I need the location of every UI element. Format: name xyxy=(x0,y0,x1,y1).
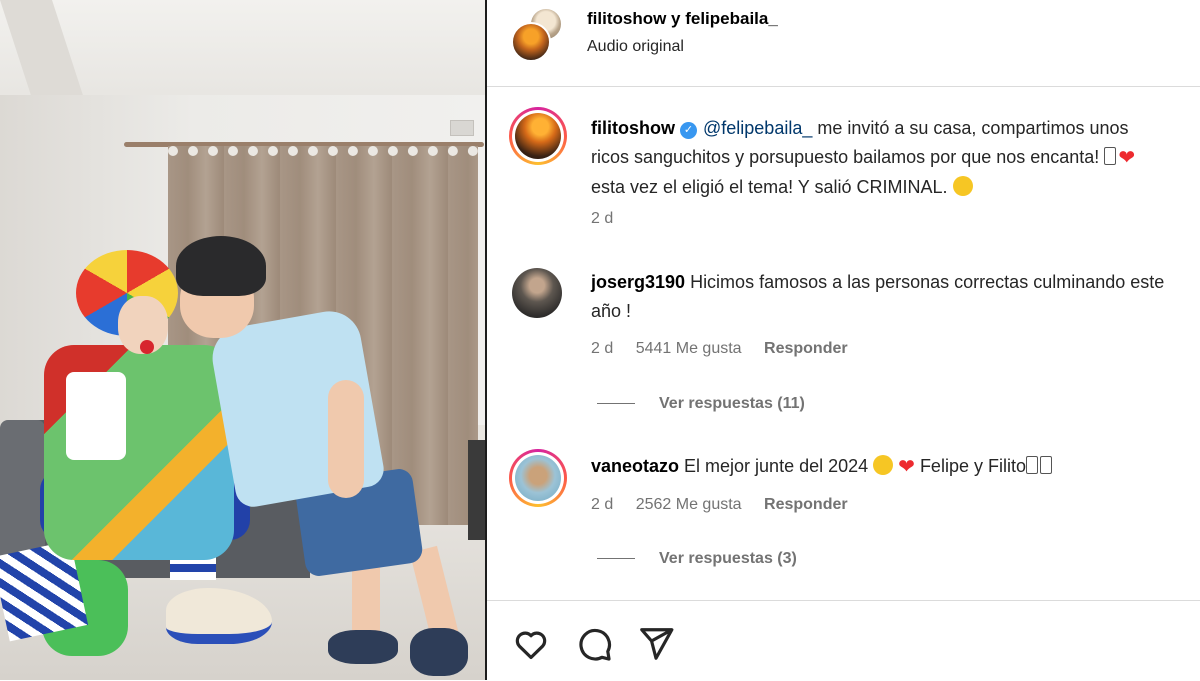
replies-line xyxy=(597,403,635,405)
view-replies-label: Ver respuestas (3) xyxy=(659,550,797,567)
view-replies-button[interactable]: Ver respuestas (11) xyxy=(597,395,805,413)
share-icon[interactable] xyxy=(637,625,675,663)
comment-text: vaneotazo El mejor junte del 2024 ❤ Feli… xyxy=(591,452,1171,482)
comment-body: El mejor junte del 2024 xyxy=(679,456,874,476)
comment-time: 2 d xyxy=(591,496,614,513)
red-heart-icon: ❤ xyxy=(898,456,915,478)
reply-button[interactable]: Responder xyxy=(764,496,848,513)
comment-likes[interactable]: 5441 Me gusta xyxy=(636,340,742,357)
collab-avatar-filitoshow[interactable] xyxy=(511,22,551,62)
post-caption: filitoshow ✓ @felipebaila_ me invitó a su … xyxy=(591,114,1171,202)
comment-time: 2 d xyxy=(591,340,614,357)
star-struck-emoji-icon xyxy=(952,176,973,196)
instagram-post-view: filitoshow y felipebaila_ Audio original… xyxy=(0,0,1200,680)
caption-time: 2 d xyxy=(591,210,614,227)
comment-avatar[interactable] xyxy=(509,449,567,507)
comment-meta: 2 d 2562 Me gusta Responder xyxy=(591,496,866,514)
comment-text: joserg3190 Hicimos famosos a las persona… xyxy=(591,268,1171,326)
audio-link[interactable]: Audio original xyxy=(587,38,684,56)
comment-body-2: Felipe y Filito xyxy=(914,456,1026,476)
hugging-emoji-icon xyxy=(873,455,894,475)
view-replies-button[interactable]: Ver respuestas (3) xyxy=(597,550,797,568)
comment-meta: 2 d 5441 Me gusta Responder xyxy=(591,340,866,358)
action-bar xyxy=(487,600,1200,681)
caption-username[interactable]: filitoshow xyxy=(591,118,675,138)
comment-icon[interactable] xyxy=(575,625,613,663)
caption-mention[interactable]: @felipebaila_ xyxy=(703,118,812,138)
red-heart-icon: ❤ xyxy=(1118,147,1136,169)
caption-text-2: esta vez el eligió el tema! Y salió CRIM… xyxy=(591,177,953,197)
post-header: filitoshow y felipebaila_ Audio original xyxy=(487,0,1200,87)
comment-username[interactable]: joserg3190 xyxy=(591,272,685,292)
replies-line xyxy=(597,558,635,560)
unsupported-emoji-icon xyxy=(1104,147,1117,165)
unsupported-emoji-icon xyxy=(1025,456,1038,474)
heart-icon[interactable] xyxy=(512,625,550,663)
post-video[interactable] xyxy=(0,0,485,680)
unsupported-emoji-icon xyxy=(1039,456,1052,474)
post-authors[interactable]: filitoshow y felipebaila_ xyxy=(587,9,778,29)
comment-username[interactable]: vaneotazo xyxy=(591,456,679,476)
comment-likes[interactable]: 2562 Me gusta xyxy=(636,496,742,513)
comment-avatar[interactable] xyxy=(512,268,562,318)
reply-button[interactable]: Responder xyxy=(764,340,848,357)
verified-icon: ✓ xyxy=(680,122,697,139)
caption-avatar[interactable] xyxy=(509,107,567,165)
comments-panel: filitoshow y felipebaila_ Audio original… xyxy=(487,0,1200,680)
view-replies-label: Ver respuestas (11) xyxy=(659,395,805,412)
